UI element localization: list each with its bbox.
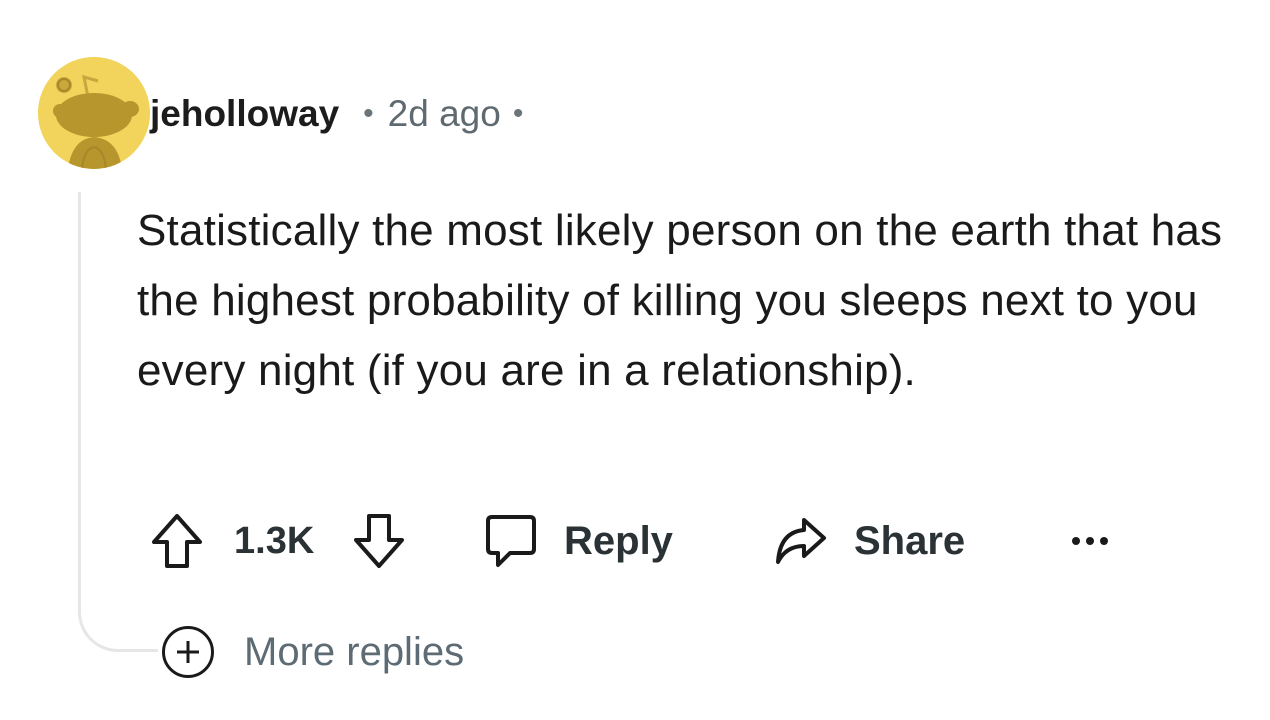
share-button[interactable]: Share <box>774 510 965 572</box>
share-label: Share <box>854 518 966 563</box>
snoo-avatar-icon <box>38 57 150 169</box>
reply-button[interactable]: Reply <box>484 510 673 572</box>
comment-actions: 1.3K Reply Share <box>150 510 1150 572</box>
more-replies-button[interactable]: More replies <box>162 624 464 680</box>
plus-circle-icon <box>162 626 214 678</box>
comment-body: Statistically the most likely person on … <box>137 206 1223 395</box>
username[interactable]: jeholloway <box>150 88 339 140</box>
reply-label: Reply <box>564 518 673 563</box>
comment-meta: jeholloway • 2d ago • <box>150 88 523 140</box>
downvote-button[interactable] <box>352 510 406 572</box>
arrow-down-icon <box>354 514 404 568</box>
more-replies-label: More replies <box>244 629 465 674</box>
timestamp[interactable]: 2d ago <box>388 88 501 140</box>
share-arrow-icon <box>776 518 826 564</box>
meta-separator: • <box>512 97 524 130</box>
meta-separator: • <box>363 97 374 130</box>
more-options-button[interactable] <box>1070 510 1110 572</box>
ellipsis-icon <box>1072 537 1108 545</box>
avatar[interactable] <box>38 57 150 169</box>
vote-score: 1.3K <box>234 519 315 562</box>
upvote-button[interactable] <box>150 510 204 572</box>
speech-bubble-icon <box>486 515 536 567</box>
arrow-up-icon <box>152 514 202 568</box>
